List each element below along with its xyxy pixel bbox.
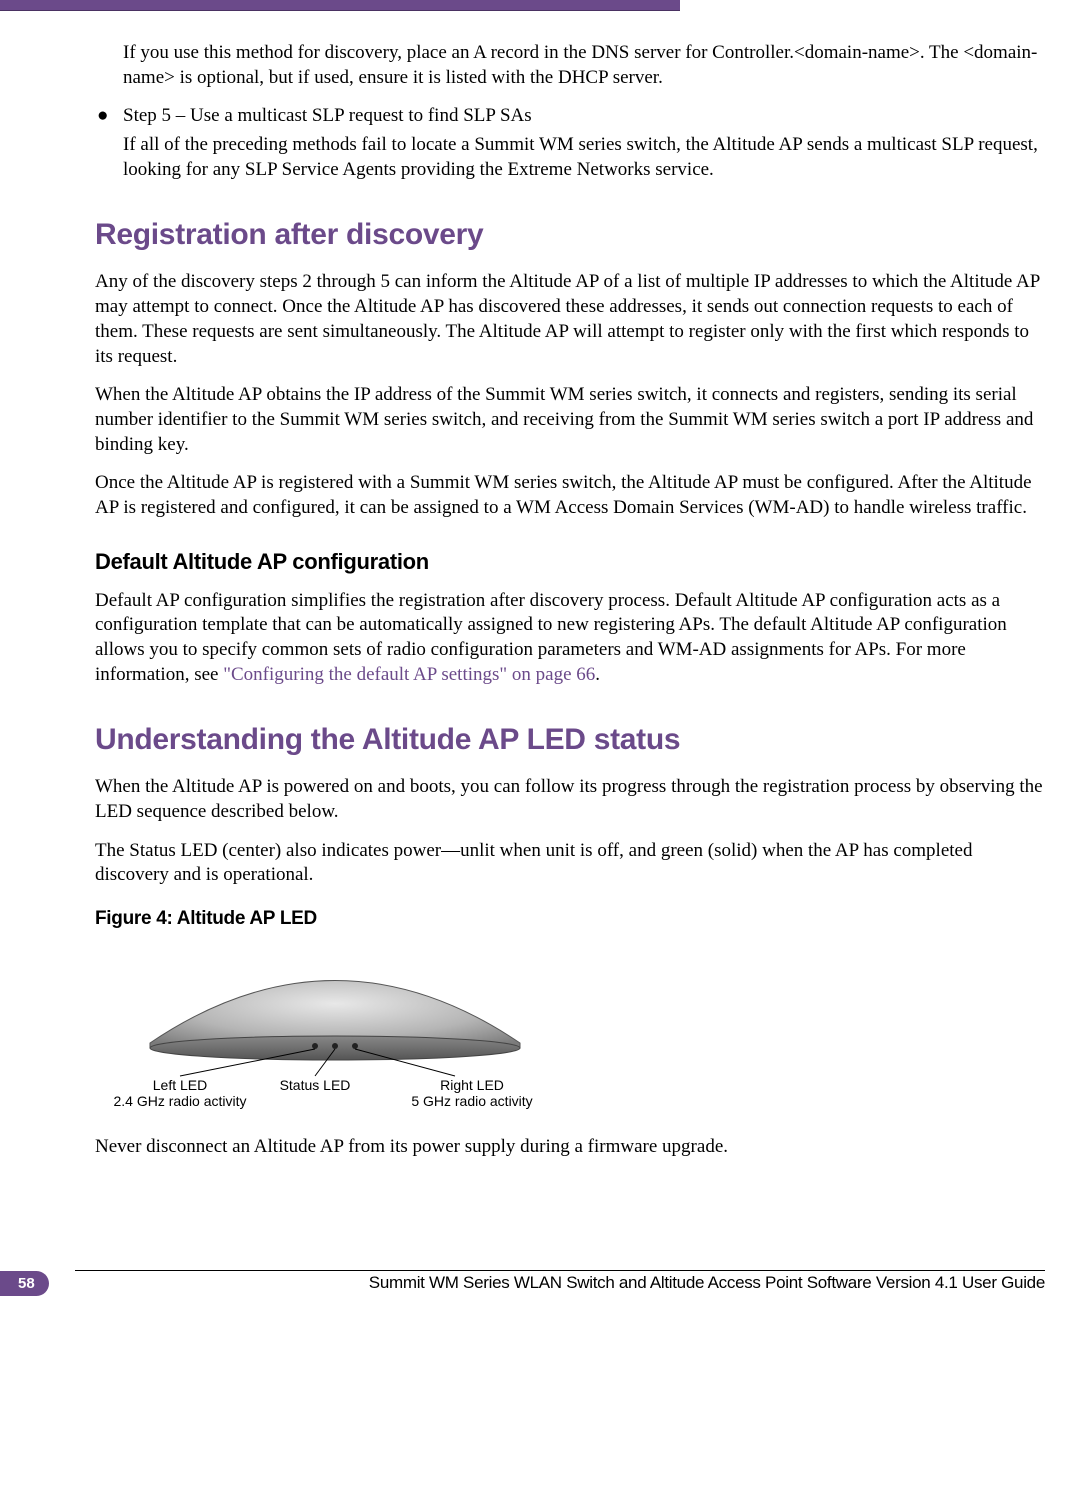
figure-label-left-sub: 2.4 GHz radio activity — [113, 1093, 246, 1109]
subheading-default-config: Default Altitude AP configuration — [95, 549, 1045, 575]
default-config-paragraph: Default AP configuration simplifies the … — [95, 589, 1045, 688]
firmware-warning: Never disconnect an Altitude AP from its… — [95, 1135, 1045, 1160]
footer-doc-title: Summit WM Series WLAN Switch and Altitud… — [369, 1273, 1045, 1293]
page-footer: 58 Summit WM Series WLAN Switch and Alti… — [0, 1269, 1085, 1299]
page-number-badge: 58 — [0, 1271, 49, 1296]
figure-altitude-ap-led: Left LED 2.4 GHz radio activity Status L… — [95, 948, 575, 1113]
figure-4-caption: Figure 4: Altitude AP LED — [95, 908, 1045, 930]
page-body: If you use this method for discovery, pl… — [0, 11, 1085, 1199]
figure-label-right-title: Right LED — [440, 1077, 504, 1093]
intro-paragraph: If you use this method for discovery, pl… — [123, 41, 1045, 90]
footer-rule — [75, 1270, 1045, 1271]
heading-led-status: Understanding the Altitude AP LED status — [95, 723, 1045, 757]
heading-registration: Registration after discovery — [95, 218, 1045, 252]
figure-label-left-title: Left LED — [153, 1077, 207, 1093]
top-accent-bar — [0, 0, 680, 11]
figure-label-right-sub: 5 GHz radio activity — [411, 1093, 532, 1109]
bullet-step-5: ● Step 5 – Use a multicast SLP request t… — [95, 104, 1045, 129]
led-para-2: The Status LED (center) also indicates p… — [95, 839, 1045, 888]
bullet-step-5-body: If all of the preceding methods fail to … — [123, 133, 1045, 182]
bullet-step-5-title: Step 5 – Use a multicast SLP request to … — [123, 104, 1045, 129]
default-para-post: . — [595, 664, 600, 685]
led-para-1: When the Altitude AP is powered on and b… — [95, 775, 1045, 824]
registration-para-1: Any of the discovery steps 2 through 5 c… — [95, 270, 1045, 369]
cross-reference-link[interactable]: "Configuring the default AP settings" on… — [223, 664, 595, 685]
registration-para-2: When the Altitude AP obtains the IP addr… — [95, 383, 1045, 457]
bullet-icon: ● — [95, 104, 123, 129]
registration-para-3: Once the Altitude AP is registered with … — [95, 471, 1045, 520]
figure-label-center-title: Status LED — [280, 1077, 351, 1093]
